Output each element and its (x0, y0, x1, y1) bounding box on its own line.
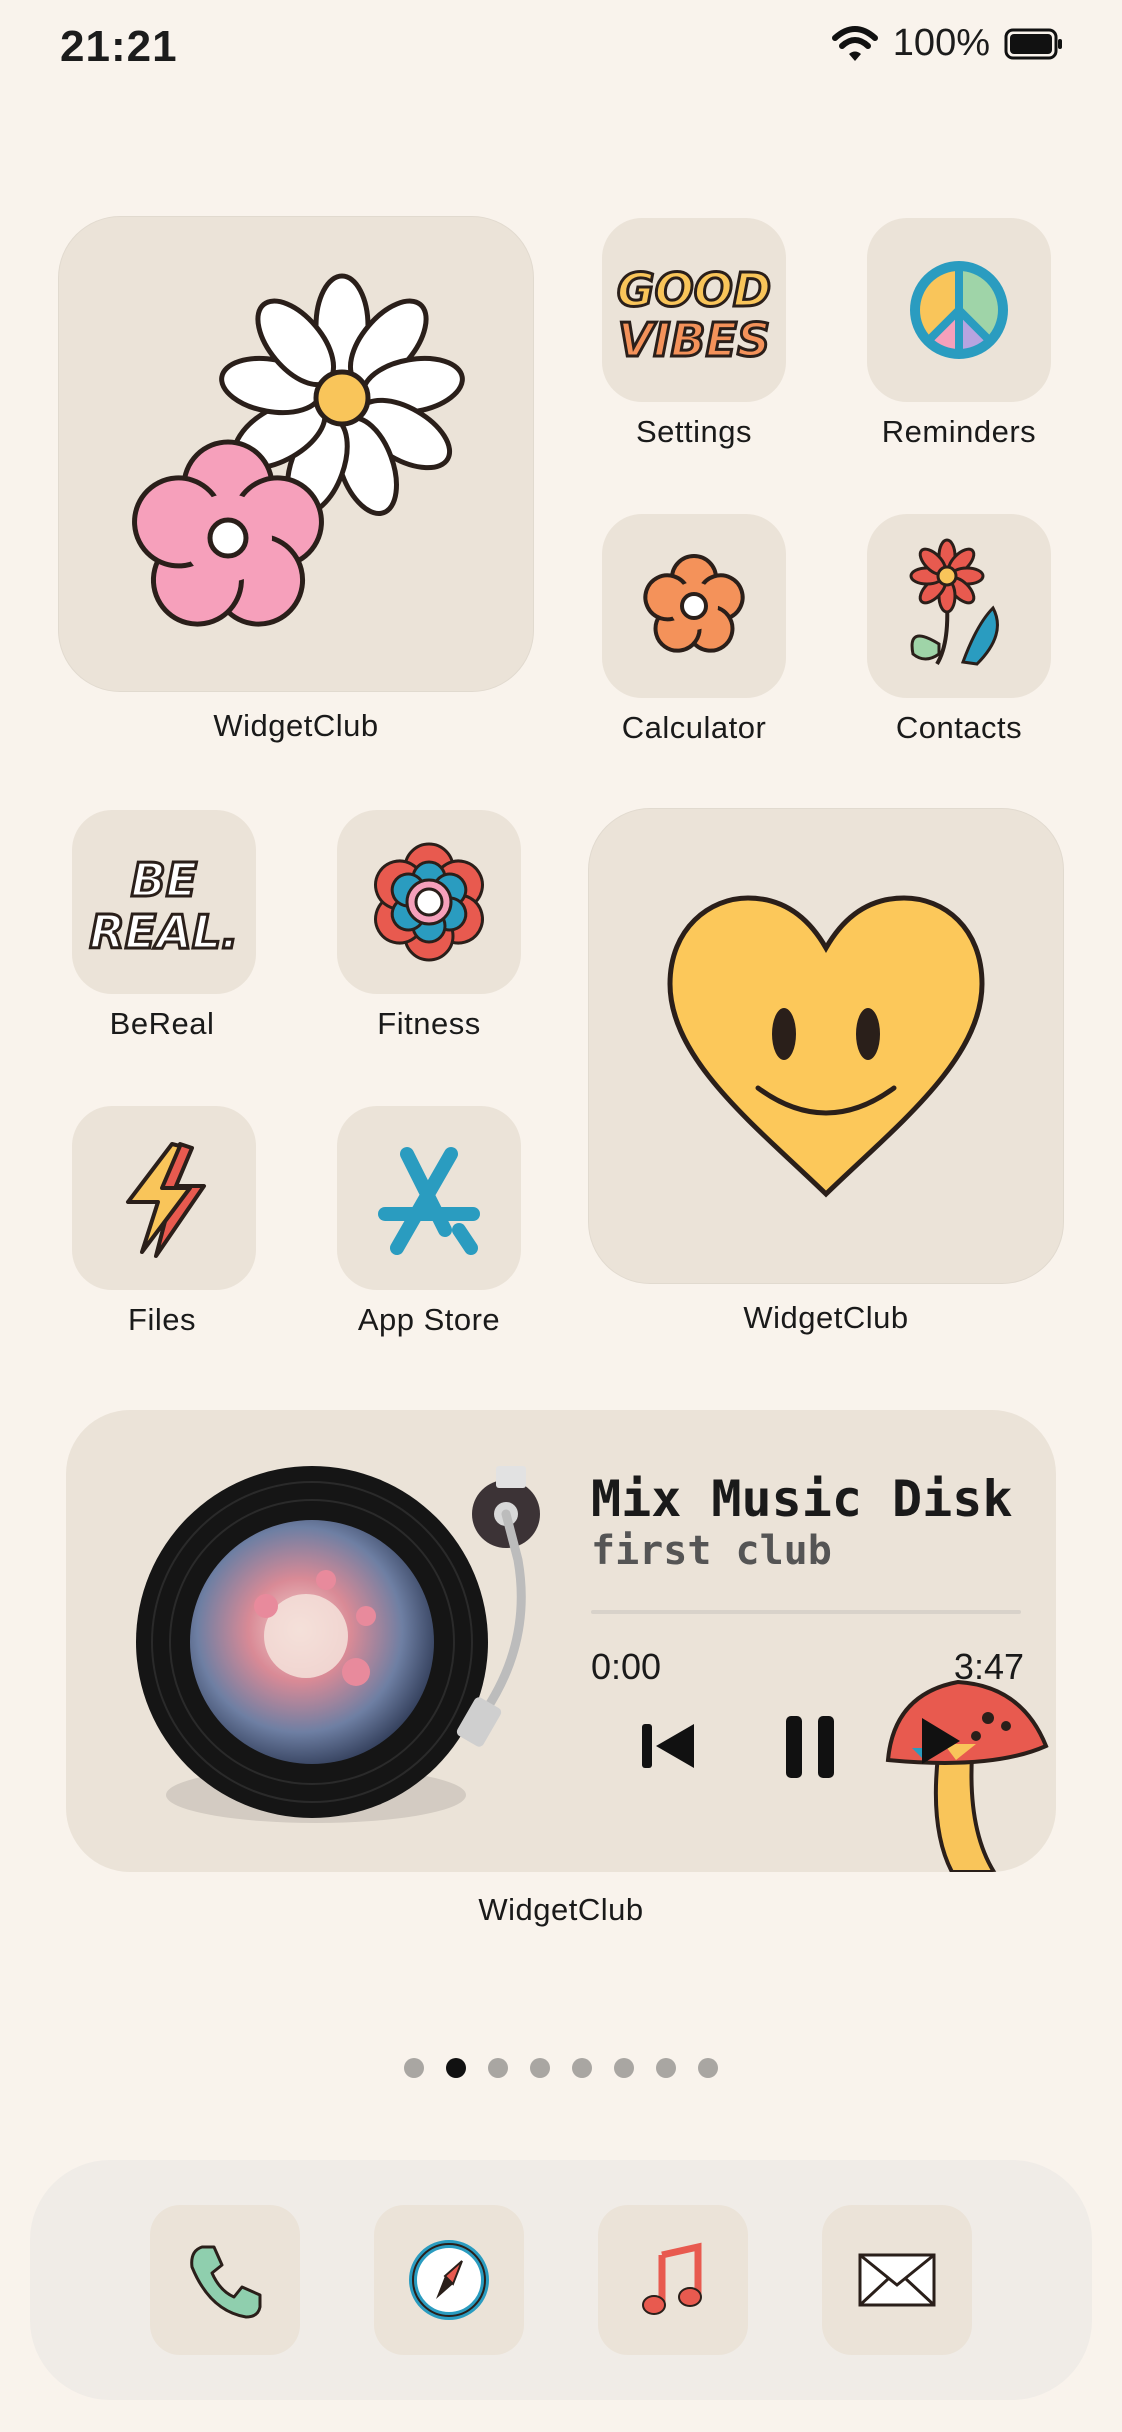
reminders-label: Reminders (881, 414, 1037, 449)
appstore-app[interactable] (337, 1106, 521, 1290)
contacts-label: Contacts (895, 710, 1023, 745)
calculator-app[interactable] (602, 514, 786, 698)
good-vibes-icon: GOOD VIBES (615, 262, 772, 369)
track-artist: first club (591, 1528, 832, 1574)
status-indicators: 100% (831, 22, 1064, 65)
fitness-app[interactable] (337, 810, 521, 994)
phone-app[interactable] (150, 2205, 300, 2355)
mail-app[interactable] (822, 2205, 972, 2355)
music-widget-label: WidgetClub (478, 1892, 644, 1927)
page-dot[interactable] (404, 2058, 424, 2078)
heart-widget-label: WidgetClub (743, 1300, 909, 1335)
calculator-label: Calculator (621, 710, 767, 745)
safari-icon (409, 2240, 489, 2320)
vinyl-record-icon (136, 1466, 540, 1823)
dock (30, 2160, 1092, 2400)
real-text: REAL. (89, 905, 238, 959)
be-real-icon: BE REAL. (88, 852, 240, 961)
page-dot[interactable] (572, 2058, 592, 2078)
settings-app[interactable]: GOOD VIBES (602, 218, 786, 402)
music-app[interactable] (598, 2205, 748, 2355)
app-store-icon (378, 1147, 480, 1255)
contacts-app[interactable] (867, 514, 1051, 698)
layered-flower-icon (374, 842, 484, 962)
vibes-text: VIBES (618, 313, 770, 367)
music-widget[interactable]: Mix Music Disk first club 0:00 3:47 (66, 1410, 1056, 1872)
smiley-heart-icon (667, 895, 985, 1198)
battery-icon (1004, 28, 1062, 59)
battery-percentage: 100% (892, 22, 990, 64)
heart-widget[interactable] (588, 808, 1064, 1284)
phone-icon (190, 2245, 262, 2319)
appstore-label: App Store (357, 1302, 501, 1337)
progress-bar[interactable] (591, 1610, 1021, 1614)
flower-plant-icon (909, 538, 999, 666)
page-indicator[interactable] (0, 2058, 1122, 2078)
track-title: Mix Music Disk (591, 1470, 1013, 1528)
mail-icon (858, 2253, 936, 2307)
reminders-app[interactable] (867, 218, 1051, 402)
be-text: BE (131, 853, 197, 907)
files-app[interactable] (72, 1106, 256, 1290)
elapsed-time: 0:00 (591, 1646, 662, 1687)
page-dot[interactable] (614, 2058, 634, 2078)
settings-label: Settings (635, 414, 752, 449)
pause-button[interactable] (772, 1706, 852, 1786)
good-text: GOOD (617, 263, 771, 317)
flower-widget[interactable] (58, 216, 534, 692)
orange-flower-icon (643, 554, 745, 653)
flower-widget-label: WidgetClub (213, 708, 379, 743)
fitness-label: Fitness (377, 1006, 481, 1041)
safari-app[interactable] (374, 2205, 524, 2355)
wifi-icon (831, 25, 878, 61)
music-icon (642, 2242, 702, 2315)
bereal-app[interactable]: BE REAL. (72, 810, 256, 994)
page-dot[interactable] (488, 2058, 508, 2078)
peace-sign-icon (910, 261, 1008, 359)
mushroom-icon (885, 1679, 1049, 1872)
page-dot[interactable] (530, 2058, 550, 2078)
status-time: 21:21 (60, 22, 178, 71)
bereal-label: BeReal (109, 1006, 215, 1041)
previous-track-button[interactable] (632, 1710, 704, 1782)
files-label: Files (128, 1302, 196, 1337)
page-dot[interactable] (656, 2058, 676, 2078)
daisy-flowers-icon (132, 273, 465, 627)
lightning-bolt-icon (126, 1142, 206, 1258)
page-dot[interactable] (446, 2058, 466, 2078)
page-dot[interactable] (698, 2058, 718, 2078)
